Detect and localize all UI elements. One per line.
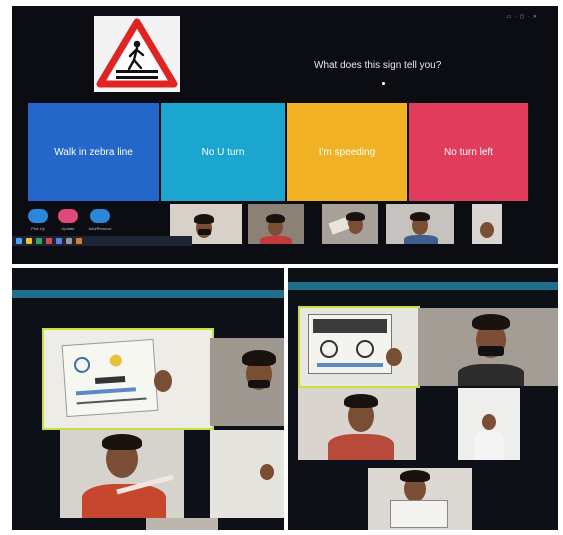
- hand: [154, 370, 172, 392]
- tool-label: Update: [61, 226, 75, 231]
- window-header: [12, 290, 284, 298]
- participant-thumbnail[interactable]: [472, 204, 502, 244]
- browser-icon[interactable]: [36, 238, 42, 244]
- face-mask: [478, 346, 504, 356]
- meeting-screen-right: [288, 268, 558, 530]
- app-icon[interactable]: [46, 238, 52, 244]
- participant-tile[interactable]: [146, 518, 218, 530]
- participant-tile-active[interactable]: [298, 306, 420, 388]
- quiz-screen: ▭ · ▢ · ✕ What does this sign tell you? …: [12, 6, 558, 264]
- participant-tile[interactable]: [60, 430, 184, 518]
- participant-thumbnail[interactable]: [386, 204, 454, 244]
- add-remove-button[interactable]: [90, 209, 110, 223]
- participant-tile[interactable]: [458, 388, 520, 460]
- answer-walk-in-zebra-line[interactable]: Walk in zebra line: [28, 103, 159, 201]
- taskbar: [12, 236, 192, 246]
- participant-tile-active[interactable]: [42, 328, 214, 430]
- answer-im-speeding[interactable]: I'm speeding: [287, 103, 407, 201]
- answer-label: No U turn: [201, 146, 245, 158]
- quiz-question: What does this sign tell you?: [314, 60, 442, 71]
- window-header: [288, 282, 558, 290]
- answer-no-turn-left[interactable]: No turn left: [409, 103, 528, 201]
- tool-label: Pick Up: [31, 226, 45, 231]
- window-controls[interactable]: ▭ · ▢ · ✕: [506, 14, 538, 20]
- pick-up-button[interactable]: [28, 209, 48, 223]
- held-paper: [390, 500, 448, 528]
- answer-no-u-turn[interactable]: No U turn: [161, 103, 285, 201]
- held-paper: [328, 217, 350, 235]
- tool-label: Add/Remove: [88, 226, 112, 231]
- meeting-toolbar: Pick Up Update Add/Remove: [20, 206, 170, 238]
- face-mask: [198, 229, 211, 235]
- participant-tile[interactable]: [368, 468, 472, 530]
- app-icon[interactable]: [66, 238, 72, 244]
- hand: [386, 348, 402, 366]
- participant-tile[interactable]: [210, 338, 284, 426]
- mouse-cursor: [382, 82, 385, 85]
- update-button[interactable]: [58, 209, 78, 223]
- answer-label: Walk in zebra line: [54, 146, 133, 158]
- worksheet-drawing: [61, 338, 159, 418]
- app-icon[interactable]: [76, 238, 82, 244]
- participant-thumbnail[interactable]: [248, 204, 304, 244]
- meeting-screen-left: [12, 268, 284, 530]
- pedestrian-crossing-sign-icon: [94, 16, 180, 92]
- answer-label: No turn left: [444, 146, 493, 158]
- answer-label: I'm speeding: [318, 146, 376, 158]
- participant-tile[interactable]: [418, 308, 558, 386]
- participant-tile[interactable]: [210, 430, 284, 518]
- folder-icon[interactable]: [26, 238, 32, 244]
- face-mask: [248, 380, 270, 388]
- worksheet-drawing: [308, 314, 392, 374]
- start-icon[interactable]: [16, 238, 22, 244]
- meeting-app-icon[interactable]: [56, 238, 62, 244]
- participant-thumbnail[interactable]: [322, 204, 378, 244]
- participant-tile[interactable]: [298, 388, 416, 460]
